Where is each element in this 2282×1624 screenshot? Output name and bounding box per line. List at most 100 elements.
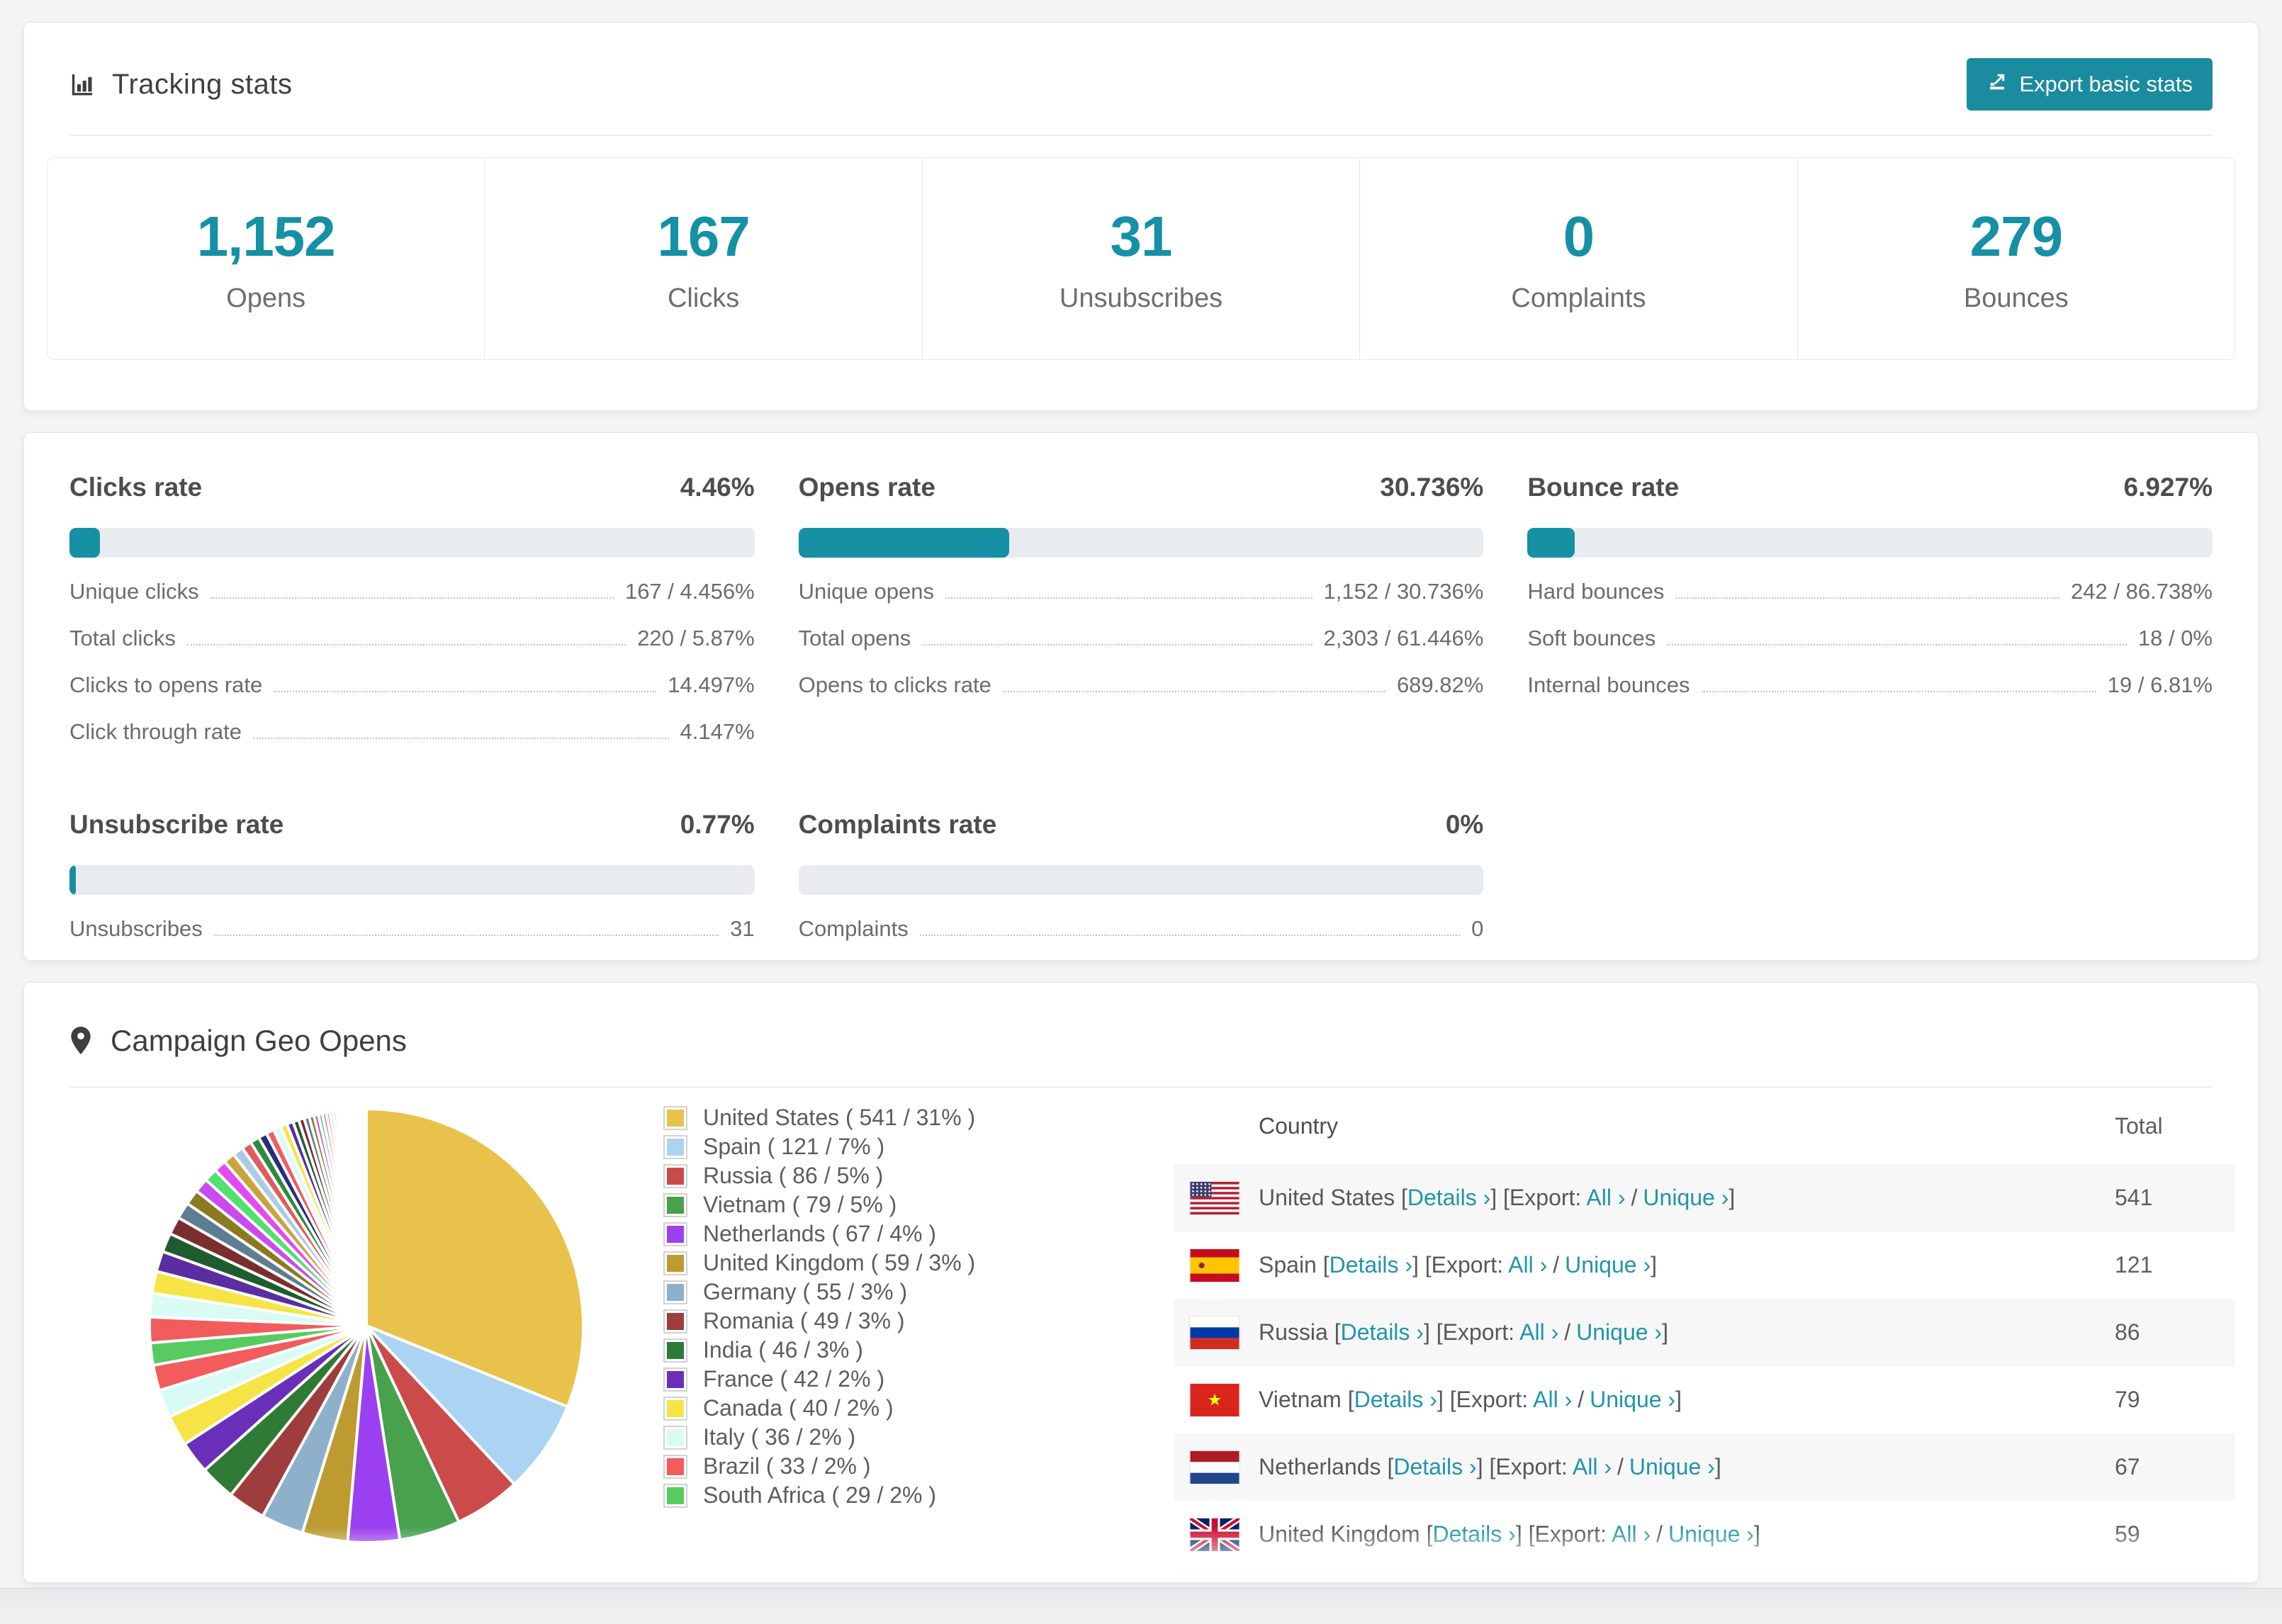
rate-detail-label: Soft bounces <box>1527 626 1656 650</box>
legend-label: Vietnam ( 79 / 5% ) <box>703 1192 897 1217</box>
export-basic-stats-button[interactable]: Export basic stats <box>1967 58 2213 111</box>
legend-item-netherlands[interactable]: Netherlands ( 67 / 4% ) <box>663 1219 1174 1248</box>
rate-block-complaints-rate: Complaints rate 0% Complaints 0 <box>798 810 1484 942</box>
details-link[interactable]: Details › <box>1407 1185 1490 1210</box>
export-unique-link[interactable]: Unique › <box>1643 1185 1729 1210</box>
country-total: 79 <box>2115 1387 2140 1412</box>
legend-item-italy[interactable]: Italy ( 36 / 2% ) <box>663 1423 1174 1452</box>
bracket: [ <box>1347 1387 1354 1412</box>
rate-head: Complaints rate 0% <box>799 810 1484 840</box>
export-all-link[interactable]: All › <box>1586 1185 1625 1210</box>
legend-item-romania[interactable]: Romania ( 49 / 3% ) <box>663 1307 1174 1336</box>
legend-item-south-africa[interactable]: South Africa ( 29 / 2% ) <box>663 1481 1174 1510</box>
country-total: 541 <box>2115 1185 2153 1210</box>
stats-summary-row: 1,152 Opens 167 Clicks 31 Unsubscribes 0 Compla… <box>47 157 2235 360</box>
export-unique-link[interactable]: Unique › <box>1576 1319 1662 1345</box>
rate-detail-label: Total clicks <box>69 626 176 650</box>
export-all-link[interactable]: All › <box>1508 1252 1547 1278</box>
details-link[interactable]: Details › <box>1393 1454 1476 1479</box>
legend-item-vietnam[interactable]: Vietnam ( 79 / 5% ) <box>663 1190 1174 1219</box>
stat-value: 31 <box>1110 204 1173 268</box>
legend-item-india[interactable]: India ( 46 / 3% ) <box>663 1336 1174 1365</box>
rate-detail-value: 31 <box>730 916 755 941</box>
legend-swatch <box>663 1280 687 1304</box>
progress-bar-fill <box>69 865 76 895</box>
legend-swatch <box>663 1483 687 1508</box>
export-label: [Export: <box>1528 1521 1607 1547</box>
legend-item-brazil[interactable]: Brazil ( 33 / 2% ) <box>663 1452 1174 1481</box>
details-link[interactable]: Details › <box>1341 1319 1424 1345</box>
rate-title: Opens rate <box>798 473 935 502</box>
bracket: [ <box>1334 1319 1341 1345</box>
country-name: Spain <box>1259 1252 1317 1278</box>
export-unique-link[interactable]: Unique › <box>1629 1454 1715 1479</box>
export-all-link[interactable]: All › <box>1533 1387 1572 1412</box>
export-unique-link[interactable]: Unique › <box>1565 1252 1651 1278</box>
legend-item-france[interactable]: France ( 42 / 2% ) <box>663 1365 1174 1394</box>
progress-bar-track <box>69 865 755 895</box>
country-column-header: Country <box>1259 1112 1339 1139</box>
details-link[interactable]: Details › <box>1330 1252 1412 1278</box>
legend-item-germany[interactable]: Germany ( 55 / 3% ) <box>663 1278 1174 1307</box>
bracket: ] <box>1651 1252 1657 1278</box>
bracket: ] <box>1753 1521 1760 1547</box>
rate-detail-label: Unsubscribes <box>69 916 203 941</box>
slash: / <box>1617 1454 1624 1479</box>
legend-label: United Kingdom ( 59 / 3% ) <box>703 1250 976 1275</box>
stat-box-bounces: 279 Bounces <box>1797 158 2235 359</box>
bracket: ] <box>1729 1185 1736 1210</box>
export-all-link[interactable]: All › <box>1612 1521 1651 1547</box>
rate-detail-label: Complaints <box>798 916 909 941</box>
rate-detail-value: 4.147% <box>680 719 755 744</box>
legend-swatch <box>663 1367 687 1392</box>
rate-detail-label: Internal bounces <box>1527 672 1690 697</box>
stat-label: Opens <box>226 283 306 313</box>
dotted-leader <box>213 935 719 936</box>
bracket: ] <box>1423 1319 1430 1345</box>
rate-head: Opens rate 30.736% <box>799 473 1484 502</box>
stat-value: 0 <box>1563 204 1595 268</box>
rate-detail-row: Total clicks 220 / 5.87% <box>69 626 755 651</box>
export-unique-link[interactable]: Unique › <box>1668 1521 1754 1547</box>
map-pin-icon <box>69 1026 92 1056</box>
rate-title: Bounce rate <box>1527 473 1680 502</box>
stat-value: 167 <box>657 204 750 268</box>
export-all-link[interactable]: All › <box>1519 1319 1558 1345</box>
legend-item-united-kingdom[interactable]: United Kingdom ( 59 / 3% ) <box>663 1248 1174 1278</box>
country-name: United States <box>1259 1185 1395 1210</box>
stat-label: Clicks <box>667 283 740 313</box>
rate-percent: 0.77% <box>680 810 755 839</box>
bracket: ] <box>1412 1252 1419 1278</box>
geo-table-header: Country Total <box>1174 1088 2235 1164</box>
bracket: ] <box>1476 1454 1483 1479</box>
details-link[interactable]: Details › <box>1354 1387 1437 1412</box>
legend-item-spain[interactable]: Spain ( 121 / 7% ) <box>663 1132 1174 1161</box>
dotted-leader <box>252 738 669 739</box>
legend-swatch <box>663 1134 687 1159</box>
country-name: United Kingdom <box>1259 1521 1420 1547</box>
rate-detail-row: Internal bounces 19 / 6.81% <box>1527 672 2213 698</box>
rate-detail-row: Unsubscribes 31 <box>69 916 755 942</box>
bracket: ] <box>1714 1454 1721 1479</box>
export-unique-link[interactable]: Unique › <box>1590 1387 1675 1412</box>
rate-detail-row: Click through rate 4.147% <box>69 719 755 745</box>
rate-detail-label: Opens to clicks rate <box>798 672 991 697</box>
details-link[interactable]: Details › <box>1432 1521 1515 1547</box>
export-all-link[interactable]: All › <box>1573 1454 1612 1479</box>
rate-detail-label: Total opens <box>798 626 911 650</box>
geo-table-row-vietnam: Vietnam [Details ›] [Export: All › / Uniqu… <box>1174 1366 2235 1433</box>
rate-block-bounce-rate: Bounce rate 6.927% Hard bounces 242 / 86.73… <box>1527 473 2213 745</box>
legend-item-russia[interactable]: Russia ( 86 / 5% ) <box>663 1161 1174 1190</box>
country-total: 67 <box>2115 1454 2140 1479</box>
legend-item-united-states[interactable]: United States ( 541 / 31% ) <box>663 1103 1174 1132</box>
dotted-leader <box>274 691 657 692</box>
vn-flag-icon <box>1174 1382 1259 1417</box>
rate-detail-value: 220 / 5.87% <box>637 626 755 650</box>
country-name: Vietnam <box>1259 1387 1342 1412</box>
legend-item-canada[interactable]: Canada ( 40 / 2% ) <box>663 1394 1174 1423</box>
pie-svg <box>148 1107 585 1544</box>
rates-card: Clicks rate 4.46% Unique clicks 167 / 4.456… <box>23 432 2259 961</box>
progress-bar-fill <box>1527 528 1575 558</box>
legend-label: South Africa ( 29 / 2% ) <box>703 1482 937 1508</box>
rate-detail-value: 19 / 6.81% <box>2107 672 2213 697</box>
